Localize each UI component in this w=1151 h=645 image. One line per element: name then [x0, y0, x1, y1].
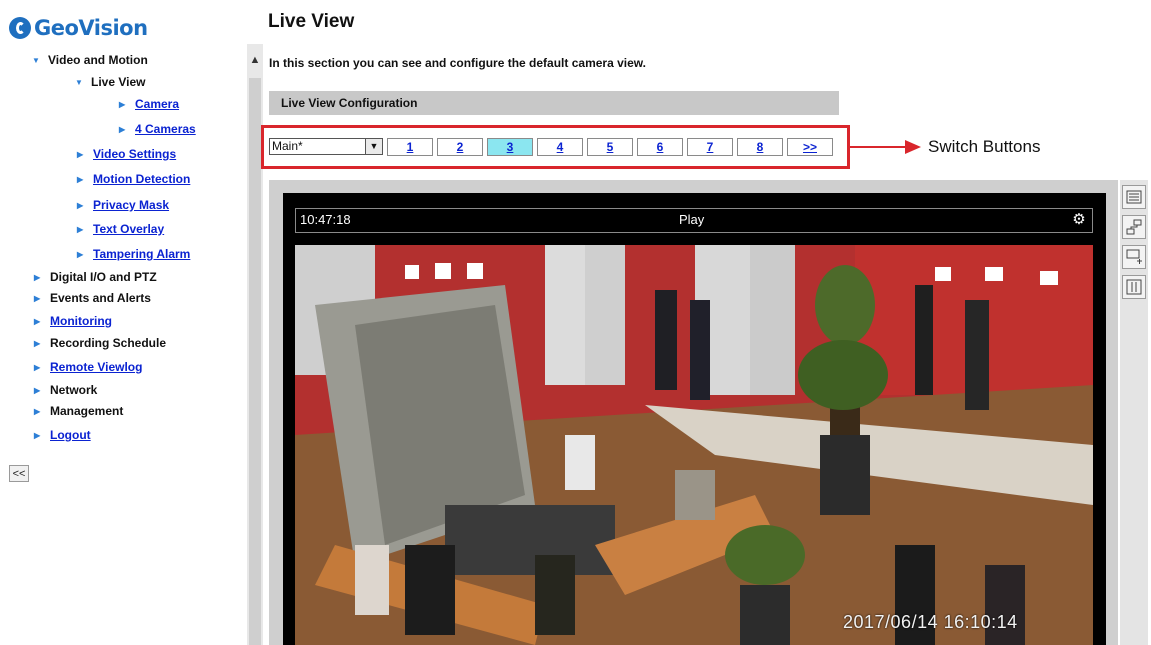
viewer-play-status: Play [679, 212, 705, 227]
caret-right-icon: ▶ [34, 293, 41, 303]
sidebar-item-label[interactable]: Text Overlay [93, 222, 164, 236]
io-control-icon[interactable] [1122, 275, 1146, 299]
caret-right-icon: ▶ [34, 385, 41, 395]
viewer-time: 10:47:18 [300, 212, 351, 227]
ptz-camera-icon[interactable] [1122, 245, 1146, 269]
caret-right-icon: ▶ [77, 224, 84, 234]
sidebar-item-label: Video and Motion [48, 53, 148, 67]
sidebar-item-label: Management [50, 404, 124, 418]
annotation-arrow-icon [905, 140, 921, 154]
sidebar-item-logout[interactable]: ▶ Logout [34, 428, 91, 442]
scroll-up-icon[interactable]: ▲ [247, 54, 263, 74]
sidebar-item-label: Digital I/O and PTZ [50, 270, 157, 284]
page-title: Live View [268, 11, 355, 32]
annotation-arrow-line [850, 146, 908, 148]
scrollbar-thumb[interactable] [249, 78, 261, 645]
channel-button-6[interactable]: 6 [637, 138, 683, 156]
sidebar-item-label[interactable]: Motion Detection [93, 172, 190, 186]
sidebar-item-motion-detection[interactable]: ▶ Motion Detection [77, 172, 190, 186]
annotation-label: Switch Buttons [928, 137, 1041, 156]
sidebar-item-label[interactable]: Video Settings [93, 147, 176, 161]
sidebar-item-live-view[interactable]: ▼ Live View [75, 75, 145, 89]
sidebar-item-network[interactable]: ▶ Network [34, 383, 97, 397]
sidebar-item-tampering-alarm[interactable]: ▶ Tampering Alarm [77, 247, 190, 261]
caret-down-icon: ▼ [32, 55, 40, 65]
caret-right-icon: ▶ [77, 149, 84, 159]
sidebar-item-events-and-alerts[interactable]: ▶ Events and Alerts [34, 291, 151, 305]
intro-text: In this section you can see and configur… [269, 56, 646, 70]
sidebar-item-label[interactable]: Logout [50, 428, 91, 442]
sidebar-item-privacy-mask[interactable]: ▶ Privacy Mask [77, 198, 169, 212]
sidebar-item-label[interactable]: Remote Viewlog [50, 360, 142, 374]
gear-icon[interactable]: ⚙ [1070, 211, 1088, 229]
camera-video-frame[interactable] [295, 245, 1093, 645]
camera-scene-image [295, 245, 1093, 645]
sidebar-item-digital-io-ptz[interactable]: ▶ Digital I/O and PTZ [34, 270, 157, 284]
stream-select[interactable]: Main* ▼ [269, 138, 383, 155]
geovision-logo: GeoVision [9, 10, 148, 46]
channel-button-8[interactable]: 8 [737, 138, 783, 156]
caret-right-icon: ▶ [34, 272, 41, 282]
stream-select-value: Main* [272, 139, 303, 153]
channel-button-5[interactable]: 5 [587, 138, 633, 156]
caret-right-icon: ▶ [34, 430, 41, 440]
sidebar-item-remote-viewlog[interactable]: ▶ Remote Viewlog [34, 360, 142, 374]
sidebar-item-label[interactable]: Monitoring [50, 314, 112, 328]
caret-right-icon: ▶ [77, 174, 84, 184]
section-header: Live View Configuration [269, 91, 839, 115]
sidebar-item-label: Live View [91, 75, 146, 89]
chevron-down-icon[interactable]: ▼ [365, 139, 382, 154]
sidebar-item-label[interactable]: Camera [135, 97, 179, 111]
sidebar-item-camera[interactable]: ▶ Camera [119, 97, 179, 111]
caret-right-icon: ▶ [34, 316, 41, 326]
caret-right-icon: ▶ [119, 99, 126, 109]
sidebar-item-recording-schedule[interactable]: ▶ Recording Schedule [34, 336, 166, 350]
sidebar-item-label[interactable]: 4 Cameras [135, 122, 196, 136]
sidebar-item-4-cameras[interactable]: ▶ 4 Cameras [119, 122, 196, 136]
channel-button-2[interactable]: 2 [437, 138, 483, 156]
caret-right-icon: ▶ [34, 362, 41, 372]
sidebar-item-label[interactable]: Tampering Alarm [93, 247, 190, 261]
channel-button-7[interactable]: 7 [687, 138, 733, 156]
caret-right-icon: ▶ [34, 406, 41, 416]
caret-down-icon: ▼ [75, 77, 83, 87]
sidebar-item-label: Network [50, 383, 98, 397]
sidebar-item-video-settings[interactable]: ▶ Video Settings [77, 147, 176, 161]
logo-text: GeoVision [34, 16, 148, 40]
network-icon[interactable] [1122, 215, 1146, 239]
caret-right-icon: ▶ [34, 338, 41, 348]
list-view-icon[interactable] [1122, 185, 1146, 209]
sidebar-item-text-overlay[interactable]: ▶ Text Overlay [77, 222, 164, 236]
channel-button-4[interactable]: 4 [537, 138, 583, 156]
geovision-logo-icon [9, 17, 31, 39]
sidebar-item-management[interactable]: ▶ Management [34, 404, 123, 418]
caret-right-icon: ▶ [77, 249, 84, 259]
sidebar-item-monitoring[interactable]: ▶ Monitoring [34, 314, 112, 328]
sidebar-item-video-and-motion[interactable]: ▼ Video and Motion [32, 53, 148, 67]
video-timestamp: 2017/06/14 16:10:14 [843, 612, 1018, 632]
sidebar-item-label: Events and Alerts [50, 291, 151, 305]
sidebar-item-label[interactable]: Privacy Mask [93, 198, 169, 212]
caret-right-icon: ▶ [77, 200, 84, 210]
channel-button-3[interactable]: 3 [487, 138, 533, 156]
collapse-sidebar-button[interactable]: << [9, 465, 29, 482]
channel-button-next[interactable]: >> [787, 138, 833, 156]
caret-right-icon: ▶ [119, 124, 126, 134]
channel-button-1[interactable]: 1 [387, 138, 433, 156]
sidebar-item-label: Recording Schedule [50, 336, 167, 350]
